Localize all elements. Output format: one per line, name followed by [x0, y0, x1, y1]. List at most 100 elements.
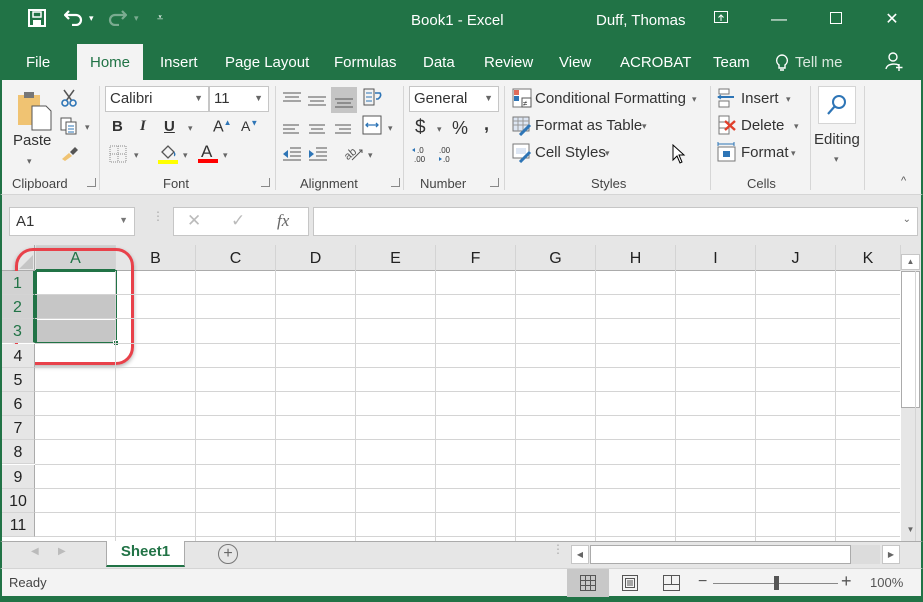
- underline-button[interactable]: U: [164, 118, 175, 135]
- editing-search-icon[interactable]: [818, 86, 856, 124]
- insert-cells-button[interactable]: Insert: [741, 90, 779, 107]
- vertical-scroll-thumb[interactable]: [901, 271, 920, 408]
- column-header-f[interactable]: F: [436, 245, 516, 271]
- increase-font-size-icon[interactable]: A▲: [213, 118, 232, 136]
- fill-color-icon[interactable]: [158, 143, 178, 170]
- cut-icon[interactable]: [60, 89, 78, 112]
- redo-icon[interactable]: [107, 8, 128, 31]
- tab-home[interactable]: Home: [77, 44, 144, 80]
- lightbulb-icon[interactable]: [775, 54, 789, 76]
- align-center-icon[interactable]: [309, 121, 325, 139]
- row-header-4[interactable]: 4: [2, 343, 35, 368]
- number-launcher-icon[interactable]: [490, 178, 499, 187]
- decrease-indent-icon[interactable]: [283, 147, 301, 166]
- format-cells-icon[interactable]: [717, 142, 737, 167]
- tab-data[interactable]: Data: [423, 54, 455, 71]
- tab-view[interactable]: View: [559, 54, 591, 71]
- column-header-c[interactable]: C: [196, 245, 276, 271]
- sheet-tab-sheet1[interactable]: Sheet1: [106, 541, 185, 567]
- column-header-i[interactable]: I: [676, 245, 756, 271]
- scroll-right-icon[interactable]: ▶: [882, 545, 900, 564]
- tell-me-search[interactable]: Tell me: [795, 54, 843, 71]
- clipboard-launcher-icon[interactable]: [87, 178, 96, 187]
- insert-function-button[interactable]: fx: [277, 211, 289, 231]
- scroll-left-icon[interactable]: ◀: [571, 545, 589, 564]
- orientation-icon[interactable]: ab: [342, 144, 364, 167]
- row-header-2[interactable]: 2: [2, 295, 35, 320]
- comma-button[interactable]: ,: [484, 114, 489, 135]
- column-header-h[interactable]: H: [596, 245, 676, 271]
- copy-dropdown-icon[interactable]: ▾: [85, 122, 90, 133]
- name-box[interactable]: A1 ▼: [9, 207, 135, 236]
- font-launcher-icon[interactable]: [261, 178, 270, 187]
- merge-center-icon[interactable]: [362, 115, 382, 140]
- cell-styles-button[interactable]: Cell Styles: [535, 144, 606, 161]
- percent-button[interactable]: %: [452, 118, 468, 139]
- font-size-combo[interactable]: 11 ▼: [209, 86, 269, 112]
- tab-team[interactable]: Team: [713, 54, 750, 71]
- column-header-g[interactable]: G: [516, 245, 596, 271]
- conditional-formatting-button[interactable]: Conditional Formatting: [535, 90, 686, 107]
- font-color-icon[interactable]: A: [198, 142, 218, 169]
- zoom-out-icon[interactable]: −: [698, 573, 707, 591]
- next-sheet-icon[interactable]: ▶: [58, 546, 66, 557]
- zoom-in-icon[interactable]: +: [841, 571, 852, 592]
- copy-icon[interactable]: [60, 117, 78, 140]
- save-icon[interactable]: [28, 9, 46, 32]
- cancel-entry-icon[interactable]: ✕: [187, 211, 201, 231]
- page-layout-view-icon[interactable]: [622, 575, 638, 596]
- underline-dropdown-icon[interactable]: ▾: [188, 123, 193, 134]
- share-icon[interactable]: [884, 51, 904, 75]
- horizontal-scroll-thumb[interactable]: [590, 545, 851, 564]
- paste-button[interactable]: Paste: [13, 132, 51, 149]
- editing-dropdown-icon[interactable]: ▾: [834, 154, 839, 165]
- row-header-5[interactable]: 5: [2, 367, 35, 392]
- tab-insert[interactable]: Insert: [160, 54, 198, 71]
- borders-icon[interactable]: [109, 145, 127, 168]
- column-header-k[interactable]: K: [836, 245, 901, 271]
- orientation-dropdown-icon[interactable]: ▾: [368, 150, 373, 161]
- insert-cells-icon[interactable]: [717, 88, 737, 113]
- bottom-align-button[interactable]: [331, 87, 357, 113]
- undo-dropdown-icon[interactable]: ▾: [89, 13, 94, 24]
- vertical-scrollbar[interactable]: ▲ ▼: [901, 245, 921, 541]
- ribbon-display-options-icon[interactable]: [706, 8, 736, 32]
- minimize-icon[interactable]: —: [764, 8, 794, 32]
- cell-styles-dropdown-icon[interactable]: ▾: [605, 148, 610, 159]
- tab-file[interactable]: File: [26, 54, 50, 71]
- row-header-8[interactable]: 8: [2, 440, 35, 465]
- zoom-slider-thumb[interactable]: [773, 576, 779, 590]
- row-header-1[interactable]: 1: [2, 271, 35, 295]
- insert-cells-dropdown-icon[interactable]: ▾: [786, 94, 791, 105]
- row-header-11[interactable]: 11: [2, 513, 35, 537]
- undo-icon[interactable]: [63, 8, 84, 31]
- format-as-table-icon[interactable]: [512, 116, 532, 141]
- font-color-dropdown-icon[interactable]: ▾: [223, 150, 228, 161]
- font-name-combo[interactable]: Calibri ▼: [105, 86, 209, 112]
- tab-formulas[interactable]: Formulas: [334, 54, 397, 71]
- page-break-view-icon[interactable]: [663, 575, 680, 596]
- confirm-entry-icon[interactable]: ✓: [231, 211, 245, 231]
- fill-color-dropdown-icon[interactable]: ▾: [183, 150, 188, 161]
- row-header-6[interactable]: 6: [2, 392, 35, 416]
- format-painter-icon[interactable]: [61, 145, 79, 166]
- scroll-up-icon[interactable]: ▲: [901, 254, 920, 270]
- tab-split-grip-icon[interactable]: ⋮: [552, 543, 564, 555]
- row-header-10[interactable]: 10: [2, 488, 35, 513]
- align-right-icon[interactable]: [335, 121, 351, 139]
- conditional-formatting-icon[interactable]: ≠: [512, 88, 532, 113]
- italic-button[interactable]: I: [140, 118, 146, 135]
- format-cells-dropdown-icon[interactable]: ▾: [791, 148, 796, 159]
- customize-qat-icon[interactable]: ⩡: [157, 12, 163, 25]
- format-as-table-button[interactable]: Format as Table: [535, 117, 642, 134]
- decrease-font-size-icon[interactable]: A▼: [241, 118, 258, 134]
- borders-dropdown-icon[interactable]: ▾: [134, 150, 139, 161]
- maximize-icon[interactable]: [821, 8, 851, 32]
- wrap-text-icon[interactable]: [363, 88, 383, 111]
- format-as-table-dropdown-icon[interactable]: ▾: [642, 121, 647, 132]
- delete-cells-dropdown-icon[interactable]: ▾: [794, 121, 799, 132]
- normal-view-button[interactable]: [567, 569, 609, 597]
- expand-formula-bar-icon[interactable]: ⌄: [903, 214, 911, 225]
- row-header-3[interactable]: 3: [2, 319, 35, 344]
- align-left-icon[interactable]: [283, 121, 299, 139]
